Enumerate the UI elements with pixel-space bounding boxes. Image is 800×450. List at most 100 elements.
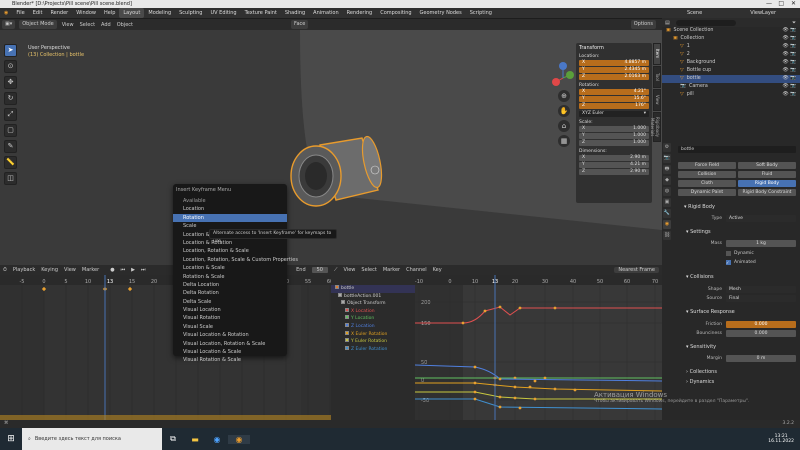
- settings-section[interactable]: ▾ Settings: [686, 228, 711, 237]
- blender-logo-icon[interactable]: ◉: [0, 8, 12, 18]
- transform-section-header[interactable]: Transform: [579, 45, 649, 51]
- channel-row[interactable]: Z Location: [331, 322, 415, 331]
- menu-item[interactable]: Location, Rotation, Scale & Custom Prope…: [173, 256, 298, 264]
- visibility-icon[interactable]: 👁 📷: [782, 35, 796, 43]
- outliner-row[interactable]: ▽ Background 👁 📷: [662, 59, 800, 67]
- viewport-menu-add[interactable]: Add: [101, 22, 111, 28]
- scale-z-field[interactable]: Z 1.000: [579, 140, 649, 146]
- soft-body-button[interactable]: Soft Body: [738, 162, 796, 169]
- collisions-section[interactable]: ▾ Collisions: [686, 273, 714, 282]
- menu-item[interactable]: Visual Location: [173, 306, 287, 314]
- outliner-search-input[interactable]: [675, 19, 736, 26]
- menu-item[interactable]: Location & Rotation: [173, 239, 287, 247]
- output-tab-icon[interactable]: 🖶: [663, 165, 671, 174]
- graph-menu-key[interactable]: Key: [433, 267, 442, 273]
- rigid-body-section[interactable]: ▾ Rigid Body: [684, 203, 715, 212]
- viewport-menu-select[interactable]: Select: [80, 22, 95, 28]
- graph-menu-marker[interactable]: Marker: [383, 267, 400, 273]
- jump-start-button[interactable]: ⏮: [121, 267, 126, 273]
- maximize-button[interactable]: □: [778, 0, 784, 8]
- world-tab-icon[interactable]: ◍: [663, 187, 671, 196]
- annotate-tool-icon[interactable]: ✎: [4, 140, 17, 153]
- workspace-tab-texture-paint[interactable]: Texture Paint: [241, 8, 281, 18]
- menu-item[interactable]: Delta Location: [173, 281, 287, 289]
- workspace-tab-uv-editing[interactable]: UV Editing: [206, 8, 240, 18]
- menu-render[interactable]: Render: [46, 8, 72, 18]
- hand-pan-icon[interactable]: ✋: [558, 105, 570, 117]
- outliner-row[interactable]: ▽ pill 👁 📷: [662, 91, 800, 99]
- measure-tool-icon[interactable]: 📏: [4, 156, 17, 169]
- rotation-mode-dropdown[interactable]: XYZ Euler ▾: [579, 111, 649, 117]
- outliner-row[interactable]: 📷 Camera 👁 📷: [662, 83, 800, 91]
- menu-item[interactable]: Delta Rotation: [173, 289, 287, 297]
- minimize-button[interactable]: —: [766, 0, 772, 8]
- windows-start-icon[interactable]: ⊞: [0, 434, 22, 444]
- transform-orientation-dropdown[interactable]: Face: [291, 20, 309, 29]
- tab-tool[interactable]: Tool: [653, 66, 661, 88]
- grid-icon[interactable]: ▦: [558, 135, 570, 147]
- outliner-row[interactable]: ▣ Collection 👁 📷: [662, 35, 800, 43]
- rotate-tool-icon[interactable]: ↻: [4, 92, 17, 105]
- outliner-editor-icon[interactable]: ▤: [665, 20, 670, 26]
- snap-dropdown[interactable]: Nearest Frame: [614, 267, 659, 273]
- visibility-icon[interactable]: 👁 📷: [782, 51, 796, 59]
- menu-item[interactable]: Visual Location & Scale: [173, 348, 287, 356]
- scale-y-field[interactable]: Y 1.000: [579, 133, 649, 139]
- tab-item[interactable]: Item: [653, 43, 661, 65]
- graph-editor-icon[interactable]: ⟋: [334, 267, 338, 273]
- visibility-icon[interactable]: 👁 📷: [782, 43, 796, 51]
- object-name-field[interactable]: bottle: [678, 146, 796, 153]
- constraints-tab-icon[interactable]: ⛓: [663, 231, 671, 240]
- force-field-button[interactable]: Force Field: [678, 162, 736, 169]
- object-mode-dropdown[interactable]: Object Mode: [19, 20, 57, 29]
- timeline-menu-view[interactable]: View: [64, 267, 76, 273]
- tab-rigidbody-materials[interactable]: Rigidbody Materials: [650, 112, 661, 142]
- margin-field[interactable]: 0 m: [726, 355, 796, 362]
- visibility-icon[interactable]: 👁 📷: [782, 75, 796, 83]
- menu-help[interactable]: Help: [100, 8, 119, 18]
- workspace-tab-scripting[interactable]: Scripting: [466, 8, 496, 18]
- friction-field[interactable]: 0.000: [726, 321, 796, 328]
- location-x-field[interactable]: X 4.8857 m: [579, 60, 649, 66]
- timeline-menu-keying[interactable]: Keying: [41, 267, 58, 273]
- mass-field[interactable]: 1 kg: [726, 240, 796, 247]
- scale-x-field[interactable]: X 1.000: [579, 126, 649, 132]
- channel-row[interactable]: Object Transform: [331, 300, 415, 308]
- render-tab-icon[interactable]: 📷: [663, 154, 671, 163]
- transform-tool-icon[interactable]: ▢: [4, 124, 17, 137]
- outliner-row[interactable]: ▽ Bottle cup 👁 📷: [662, 67, 800, 75]
- add-cube-tool-icon[interactable]: ◫: [4, 172, 17, 185]
- move-tool-icon[interactable]: ✥: [4, 76, 17, 89]
- object-tab-icon[interactable]: ▣: [663, 198, 671, 207]
- dynamic-checkbox[interactable]: Dynamic: [726, 251, 754, 256]
- channel-row[interactable]: Y Location: [331, 315, 415, 323]
- timeline-editor-icon[interactable]: ⏱: [3, 267, 7, 273]
- workspace-tab-animation[interactable]: Animation: [309, 8, 343, 18]
- visibility-icon[interactable]: 👁 📷: [782, 27, 796, 35]
- scale-tool-icon[interactable]: ⤢: [4, 108, 17, 121]
- timeline-menu-marker[interactable]: Marker: [82, 267, 99, 273]
- menu-item[interactable]: Visual Location, Rotation & Scale: [173, 340, 287, 348]
- channel-row[interactable]: X Location: [331, 307, 415, 316]
- outliner-row[interactable]: ▽ 2 👁 📷: [662, 51, 800, 59]
- fluid-button[interactable]: Fluid: [738, 171, 796, 178]
- workspace-tab-geometry-nodes[interactable]: Geometry Nodes: [416, 8, 466, 18]
- tool-tab-icon[interactable]: ⚙: [663, 143, 671, 152]
- workspace-tab-compositing[interactable]: Compositing: [376, 8, 415, 18]
- location-z-field[interactable]: Z 2.0163 m: [579, 74, 649, 80]
- viewport-options-button[interactable]: Options: [630, 20, 656, 29]
- workspace-tab-shading[interactable]: Shading: [281, 8, 309, 18]
- workspace-tab-sculpting[interactable]: Sculpting: [175, 8, 206, 18]
- shape-dropdown[interactable]: Mesh: [726, 286, 796, 293]
- chrome-icon[interactable]: ◉: [206, 435, 228, 444]
- dimensions-y-field[interactable]: Y 4.21 m: [579, 162, 649, 168]
- menu-file[interactable]: File: [12, 8, 28, 18]
- modifier-tab-icon[interactable]: 🔧: [663, 209, 671, 218]
- bounciness-field[interactable]: 0.000: [726, 330, 796, 337]
- location-y-field[interactable]: Y 2.4345 m: [579, 67, 649, 73]
- channel-row[interactable]: X Euler Rotation: [331, 330, 415, 339]
- rigid-body-constraint-button[interactable]: Rigid Body Constraint: [738, 189, 796, 196]
- editor-type-button[interactable]: ▣▾: [2, 20, 16, 29]
- collections-section[interactable]: › Collections: [686, 368, 717, 377]
- menu-item[interactable]: Visual Scale: [173, 323, 287, 331]
